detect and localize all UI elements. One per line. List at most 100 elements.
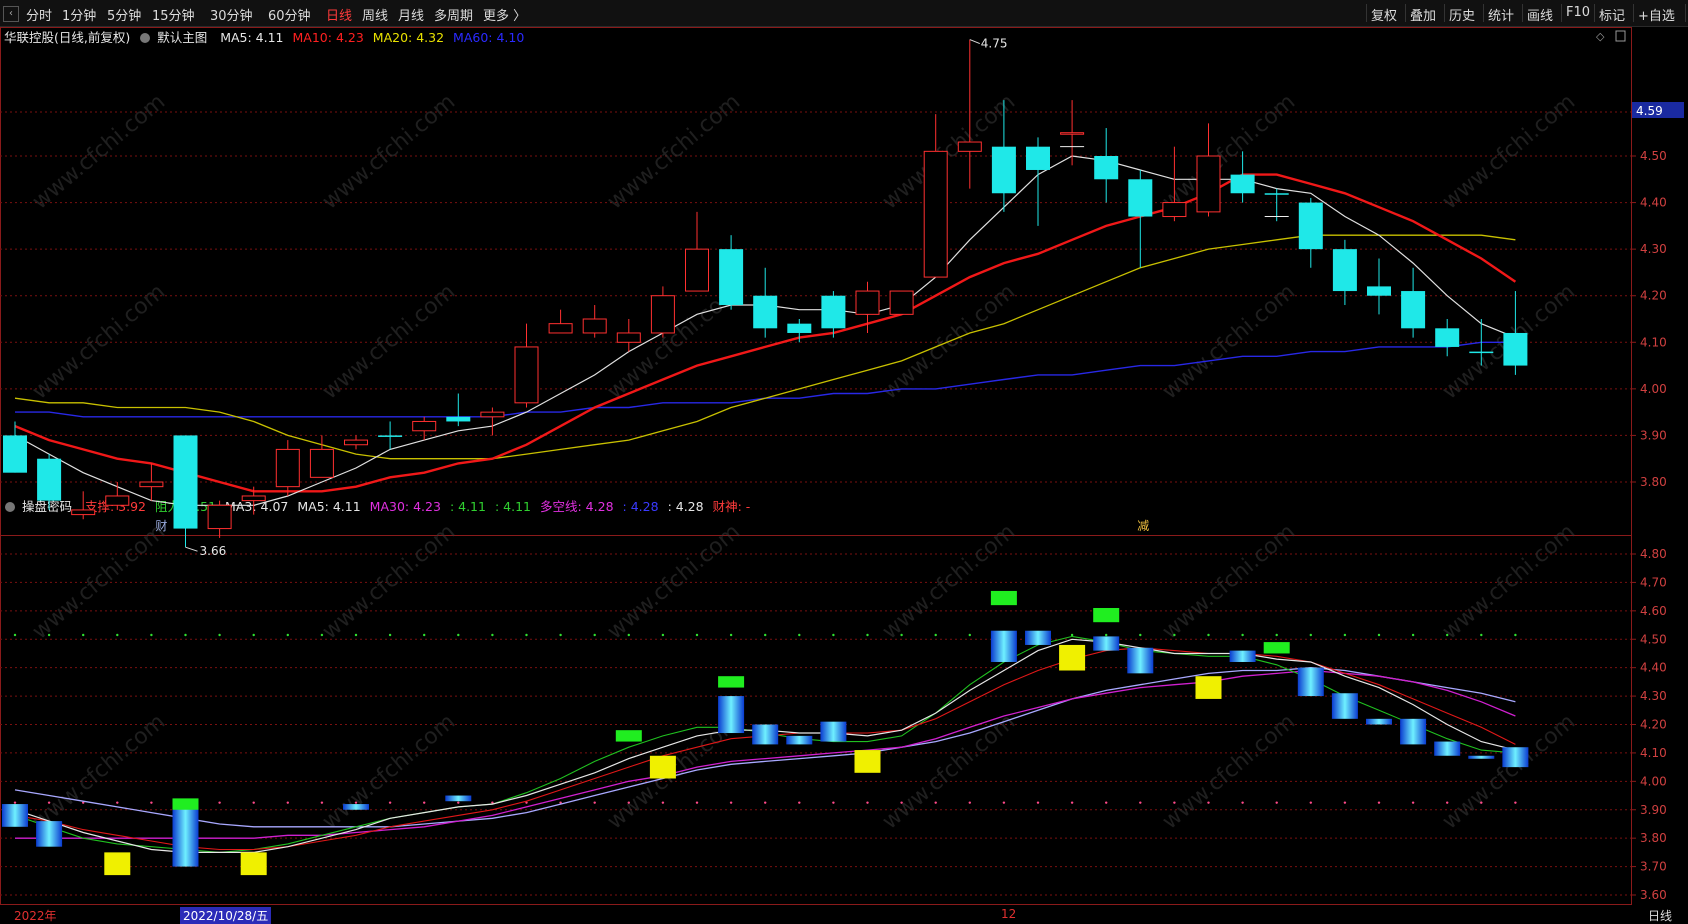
support-dot	[1309, 801, 1313, 804]
event-marker-reduce[interactable]: 减	[1137, 519, 1149, 533]
period-tab-9[interactable]: 多周期	[434, 5, 473, 24]
resistance-dot	[491, 633, 494, 637]
toolbar-btn-0[interactable]: 复权	[1371, 5, 1397, 24]
support-dot	[798, 801, 801, 804]
resistance-dot	[729, 633, 733, 637]
candle-up	[275, 448, 300, 488]
period-tab-3[interactable]: 15分钟	[152, 5, 195, 24]
period-tab-6[interactable]: 日线	[326, 5, 352, 24]
period-tab-10[interactable]: 更多 〉	[483, 5, 526, 24]
main-y-tick: 4.50	[1640, 149, 1667, 163]
resistance-dot	[695, 633, 699, 637]
support-dot	[729, 801, 733, 804]
toolbar-separator	[1522, 4, 1523, 22]
candle-down	[719, 249, 744, 306]
toolbar-separator	[1685, 4, 1686, 22]
watermark-text: www.cfchi.com	[603, 89, 745, 214]
period-tab-4[interactable]: 30分钟	[210, 5, 253, 24]
support-dot	[832, 801, 835, 804]
watermark-text: www.cfchi.com	[878, 519, 1020, 644]
high-pointer	[969, 39, 980, 45]
date-year: 2022年	[14, 909, 57, 923]
resistance-dot	[1309, 633, 1313, 637]
sub-y-tick: 3.70	[1640, 860, 1667, 874]
panel-toggle-icon[interactable]	[1615, 30, 1626, 42]
candle-down	[446, 416, 471, 422]
sub-y-tick: 3.60	[1640, 888, 1667, 902]
resistance-dot	[1241, 633, 1244, 637]
sub-y-tick: 4.10	[1640, 746, 1667, 760]
period-tab-1[interactable]: 1分钟	[62, 5, 96, 24]
support-dot	[661, 801, 665, 804]
sub-blue-bar	[1297, 667, 1324, 697]
support-dot	[457, 801, 460, 804]
period-label[interactable]: 日线	[1648, 907, 1672, 924]
toolbar-btn-1[interactable]: 叠加	[1410, 5, 1436, 24]
watermark-text: www.cfchi.com	[28, 279, 170, 404]
candle-down	[821, 295, 846, 329]
toolbar-separator	[1444, 4, 1445, 22]
support-dot	[1514, 801, 1517, 804]
watermark-text: www.cfchi.com	[318, 89, 460, 214]
resistance-dot	[1480, 633, 1483, 637]
period-tab-8[interactable]: 月线	[398, 5, 424, 24]
watermark-text: www.cfchi.com	[1158, 709, 1300, 834]
candle-down	[1128, 179, 1153, 217]
sub-y-tick: 4.50	[1640, 632, 1667, 646]
current-price-tag: 4.59	[1636, 104, 1663, 118]
period-toolbar: ‹ 分时 1分钟 5分钟 15分钟 30分钟 60分钟 日线 周线 月线 多周期 更多 〉 复权 叠加…	[0, 0, 1688, 27]
sub-blue-bar	[1502, 747, 1529, 768]
candle-down	[1230, 174, 1255, 194]
sub-blue-bar	[1366, 718, 1392, 725]
resistance-dot	[1514, 633, 1517, 637]
sub-blue-bar	[990, 630, 1017, 662]
date-month-marker: 12	[1001, 907, 1017, 921]
resistance-dot	[1139, 633, 1142, 637]
resistance-dot	[593, 633, 596, 637]
sub-yellow-block	[854, 750, 881, 773]
toolbar-btn-7[interactable]: +自选	[1638, 5, 1675, 24]
resistance-dot	[47, 633, 51, 637]
period-tab-5[interactable]: 60分钟	[268, 5, 311, 24]
candle-up	[923, 150, 948, 278]
toolbar-btn-4[interactable]: 画线	[1527, 5, 1553, 24]
sub-y-tick: 4.00	[1640, 774, 1667, 788]
watermark-text: www.cfchi.com	[28, 519, 170, 644]
toolbar-separator	[1405, 4, 1406, 22]
kline-chart[interactable]: www.cfchi.com www.cfchi.com www.cfchi.com w…	[0, 27, 1688, 924]
candle-down	[1367, 286, 1391, 296]
event-marker-finance[interactable]: 财	[155, 519, 167, 533]
diamond-icon[interactable]: ◇	[1596, 30, 1605, 43]
period-tab-7[interactable]: 周线	[362, 5, 388, 24]
toolbar-btn-3[interactable]: 统计	[1488, 5, 1514, 24]
watermark-text: www.cfchi.com	[28, 709, 170, 834]
candle-up	[548, 323, 573, 334]
resistance-dot	[150, 633, 153, 637]
support-dot	[968, 801, 971, 804]
toolbar-btn-5[interactable]: F10	[1566, 5, 1590, 20]
sub-blue-bar	[752, 724, 779, 745]
toolbar-btn-6[interactable]: 标记	[1599, 5, 1625, 24]
candle-down	[3, 435, 27, 473]
support-dot	[1036, 801, 1040, 804]
candle-down	[1401, 291, 1426, 329]
low-pointer	[185, 546, 198, 552]
candle-up	[139, 481, 164, 488]
toolbar-separator	[1366, 4, 1367, 22]
period-tab-2[interactable]: 5分钟	[107, 5, 141, 24]
resistance-dot	[934, 633, 937, 637]
back-arrow-icon[interactable]: ‹	[3, 6, 19, 22]
resistance-dot	[320, 633, 324, 637]
watermark-text: www.cfchi.com	[1158, 279, 1300, 404]
candle-up	[309, 448, 334, 478]
resistance-dot	[13, 633, 17, 637]
period-tab-0[interactable]: 分时	[26, 5, 52, 24]
support-dot	[1139, 801, 1142, 804]
candle-down	[1503, 332, 1528, 366]
support-dot	[13, 801, 17, 804]
resistance-dot	[525, 633, 528, 637]
sub-blue-bar	[820, 721, 847, 742]
support-dot	[116, 801, 119, 804]
toolbar-btn-2[interactable]: 历史	[1449, 5, 1475, 24]
watermark-text: www.cfchi.com	[318, 709, 460, 834]
